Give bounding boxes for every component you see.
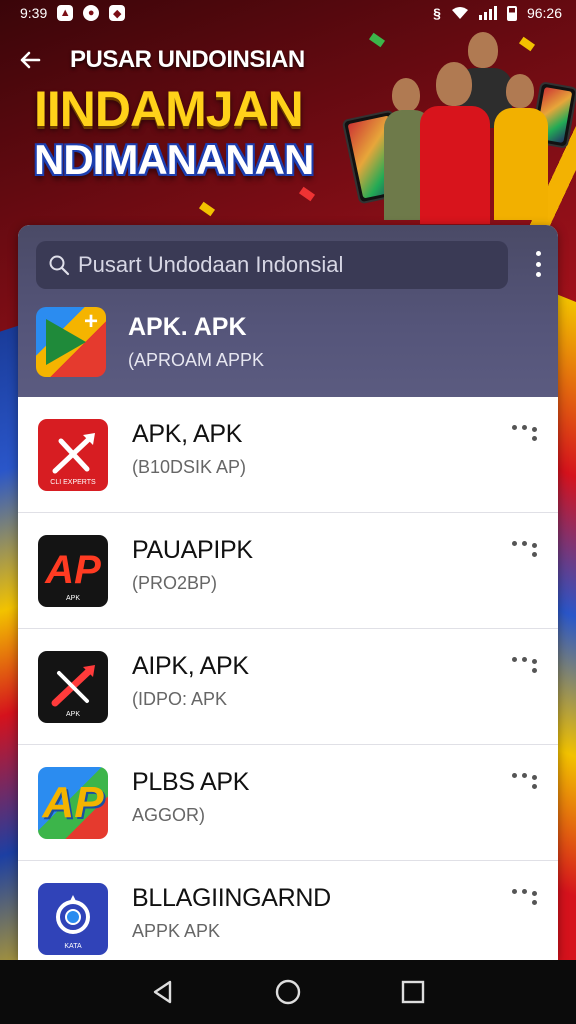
card-header: + APK. APK (APROAM APPK [18, 225, 558, 397]
app-icon-label: CLI EXPERTS [50, 478, 96, 486]
app-icon: CLI EXPERTS [38, 418, 108, 491]
hero-title-secondary: NDIMANANAN [34, 136, 314, 183]
app-subtitle: APPK APK [132, 920, 221, 941]
app-icon: APK [38, 650, 108, 723]
more-vertical-icon[interactable] [532, 251, 544, 277]
featured-app[interactable]: + APK. APK (APROAM APPK [36, 307, 264, 377]
list-item[interactable]: KATA BLLAGIINGARND APPK APK [18, 861, 558, 960]
featured-app-icon: + [36, 307, 106, 377]
search-bar[interactable] [36, 241, 508, 289]
search-input[interactable] [78, 252, 498, 278]
confetti [198, 201, 216, 217]
app-subtitle: (IDPO: APK [132, 688, 228, 709]
status-clock: 96:26 [526, 5, 562, 21]
featured-app-subtitle: (APROAM APPK [128, 350, 265, 370]
more-options-icon[interactable] [512, 541, 538, 557]
featured-app-title: APK. APK [128, 313, 247, 341]
app-name: AIPK, APK [132, 651, 249, 680]
rocket-icon [52, 432, 95, 473]
signal-icon [478, 6, 497, 20]
battery-icon [506, 5, 517, 21]
rocket-icon [51, 664, 95, 706]
star-target-icon [56, 894, 90, 934]
app-list: CLI EXPERTS APK, APK (B10DSIK AP) AP APK… [18, 397, 558, 960]
list-item[interactable]: CLI EXPERTS APK, APK (B10DSIK AP) [18, 397, 558, 513]
app-subtitle: (B10DSIK AP) [132, 456, 247, 477]
more-options-icon[interactable] [512, 773, 538, 789]
hero-subtitle: PUSAR UNDOINSIAN [70, 46, 305, 73]
app-icon-label: APK [65, 594, 80, 602]
app-icon: KATA [38, 882, 108, 955]
bag-icon: ◆ [109, 5, 126, 21]
app-name: APK, APK [132, 419, 243, 448]
more-options-icon[interactable] [512, 657, 538, 673]
navigation-bar [0, 960, 576, 1024]
promo-illustration [341, 24, 576, 234]
hero-title: IINDAMJAN [34, 81, 304, 137]
status-bar: 9:39 ▲ ● ◆ § 96:26 [0, 0, 576, 26]
app-subtitle: AGGOR) [132, 804, 206, 825]
app-name: PAUAPIPK [132, 535, 253, 564]
more-options-icon[interactable] [512, 889, 538, 905]
ap-logo-icon: AP [45, 548, 101, 592]
app-name: PLBS APK [132, 767, 250, 796]
list-item[interactable]: APK AIPK, APK (IDPO: APK [18, 629, 558, 745]
vibrate-icon: § [433, 5, 441, 21]
app-name: BLLAGIINGARND [132, 883, 331, 912]
app-list-card: + APK. APK (APROAM APPK CLI EXPERTS APK,… [18, 225, 558, 960]
app-icon-label: KATA [64, 942, 82, 950]
recents-square-icon[interactable] [393, 972, 433, 1012]
home-circle-icon[interactable] [268, 972, 308, 1012]
app-icon: AP [38, 766, 108, 839]
more-options-icon[interactable] [512, 425, 538, 441]
app-icon: AP APK [38, 534, 108, 607]
arrow-left-icon[interactable] [16, 46, 44, 74]
plus-icon: + [83, 308, 98, 335]
wifi-icon [451, 7, 468, 19]
app-icon-label: APK [65, 710, 80, 718]
list-item[interactable]: AP APK PAUAPIPK (PRO2BP) [18, 513, 558, 629]
status-time: 9:39 [20, 5, 48, 21]
search-icon [49, 255, 70, 276]
app-subtitle: (PRO2BP) [132, 572, 218, 593]
confetti [298, 186, 316, 202]
list-item[interactable]: AP PLBS APK AGGOR) [18, 745, 558, 861]
circle-icon: ● [83, 5, 100, 21]
photo-icon: ▲ [57, 5, 74, 21]
back-triangle-icon[interactable] [143, 972, 183, 1012]
ap-logo-icon: AP [42, 777, 104, 827]
